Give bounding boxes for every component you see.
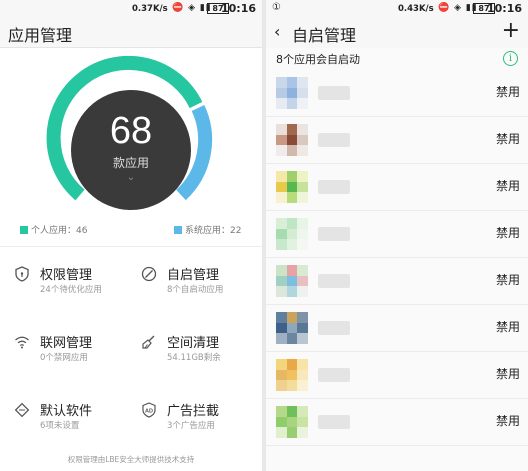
list-item: 禁用: [266, 258, 528, 305]
space-cleanup-item[interactable]: 空间清理 54.11GB剩余: [131, 318, 262, 386]
disable-button[interactable]: 禁用: [496, 224, 520, 241]
item-subtitle: 3个广告应用: [167, 421, 215, 431]
list-item: 禁用: [266, 164, 528, 211]
disable-button[interactable]: 禁用: [496, 365, 520, 382]
list-item: 禁用: [266, 117, 528, 164]
status-icons: ⛔ ◈ ▮▮: [438, 3, 478, 13]
app-icon: [276, 265, 308, 297]
app-icon: [276, 124, 308, 156]
app-name-blurred: [318, 86, 350, 100]
app-icon: [276, 406, 308, 438]
list-item: 禁用: [266, 70, 528, 117]
broom-icon: [141, 334, 157, 350]
slash-circle-icon: [141, 266, 157, 282]
clock: 10:16: [220, 2, 256, 15]
svg-text:AD: AD: [145, 409, 153, 415]
disable-button[interactable]: 禁用: [496, 271, 520, 288]
wifi-icon: [14, 334, 30, 350]
notification-indicator: ①: [272, 2, 281, 13]
add-icon[interactable]: +: [502, 18, 520, 43]
app-icon: [276, 218, 308, 250]
app-name-blurred: [318, 321, 350, 335]
footer-credit: 权限管理由LBE安全大师提供技术支持: [67, 455, 195, 464]
network-speed: 0.43K/s: [398, 4, 434, 14]
item-title: 广告拦截: [167, 404, 220, 419]
ad-shield-icon: AD: [141, 402, 157, 418]
app-name-blurred: [318, 274, 350, 288]
header: 应用管理: [0, 18, 262, 48]
status-bar: ① 0.43K/s ⛔ ◈ ▮▮ 87 10:16: [266, 0, 528, 18]
divider: [0, 246, 262, 247]
clock: 10:16: [486, 2, 522, 15]
default-software-item[interactable]: 默认软件 6项未设置: [0, 386, 131, 454]
item-subtitle: 54.11GB剩余: [167, 353, 221, 363]
disable-button[interactable]: 禁用: [496, 130, 520, 147]
item-subtitle: 6项未设置: [40, 421, 80, 431]
autostart-management-item[interactable]: 自启管理 8个自启动应用: [131, 250, 262, 318]
permission-management-item[interactable]: 权限管理 24个待优化应用: [0, 250, 131, 318]
app-icon: [276, 359, 308, 391]
page-title: 应用管理: [8, 26, 73, 45]
item-subtitle: 8个自启动应用: [167, 285, 224, 295]
list-item: 禁用: [266, 211, 528, 258]
disable-button[interactable]: 禁用: [496, 412, 520, 429]
system-apps-label: 系统应用：22: [185, 226, 242, 236]
chevron-down-icon: ⌄: [126, 172, 136, 183]
item-title: 联网管理: [40, 336, 93, 351]
ad-blocking-item[interactable]: AD 广告拦截 3个广告应用: [131, 386, 262, 454]
autostart-summary: 8个应用会自启动 i: [266, 48, 528, 70]
item-subtitle: 0个禁网应用: [40, 353, 88, 363]
item-title: 默认软件: [40, 404, 93, 419]
app-name-blurred: [318, 133, 350, 147]
disable-button[interactable]: 禁用: [496, 177, 520, 194]
app-count-gauge[interactable]: 68 款应用 ⌄: [0, 48, 262, 228]
app-count-label: 款应用: [112, 156, 149, 170]
app-icon: [276, 171, 308, 203]
diamond-icon: [14, 402, 30, 418]
app-name-blurred: [318, 227, 350, 241]
app-name-blurred: [318, 415, 350, 429]
list-item: 禁用: [266, 352, 528, 399]
autostart-count-text: 8个应用会自启动: [276, 53, 360, 66]
app-icon: [276, 312, 308, 344]
item-title: 空间清理: [167, 336, 220, 351]
page-title: 自启管理: [292, 26, 357, 45]
header: ‹ 自启管理 +: [266, 18, 528, 48]
network-management-item[interactable]: 联网管理 0个禁网应用: [0, 318, 131, 386]
info-icon[interactable]: i: [503, 51, 518, 66]
shield-icon: [14, 266, 30, 282]
system-color-swatch: [174, 226, 182, 234]
status-bar: 0.37K/s ⛔ ◈ ▮▮ 87 10:16: [0, 0, 262, 18]
status-icons: ⛔ ◈ ▮▮: [172, 3, 212, 13]
app-name-blurred: [318, 368, 350, 382]
list-item: 禁用: [266, 399, 528, 446]
legend-personal: 个人应用：46: [20, 223, 87, 236]
personal-color-swatch: [20, 226, 28, 234]
app-management-screen: 0.37K/s ⛔ ◈ ▮▮ 87 10:16 应用管理 68 款应用 ⌄ 个人…: [0, 0, 262, 471]
list-item: 禁用: [266, 305, 528, 352]
disable-button[interactable]: 禁用: [496, 318, 520, 335]
personal-apps-label: 个人应用：46: [31, 226, 88, 236]
back-arrow-icon[interactable]: ‹: [274, 22, 280, 41]
item-title: 权限管理: [40, 268, 93, 283]
network-speed: 0.37K/s: [132, 4, 168, 14]
autostart-management-screen: ① 0.43K/s ⛔ ◈ ▮▮ 87 10:16 ‹ 自启管理 + 8个应用会…: [266, 0, 528, 471]
item-title: 自启管理: [167, 268, 220, 283]
app-icon: [276, 77, 308, 109]
disable-button[interactable]: 禁用: [496, 83, 520, 100]
app-count: 68: [109, 110, 153, 152]
legend-system: 系统应用：22: [174, 223, 241, 236]
app-name-blurred: [318, 180, 350, 194]
item-subtitle: 24个待优化应用: [40, 285, 102, 295]
